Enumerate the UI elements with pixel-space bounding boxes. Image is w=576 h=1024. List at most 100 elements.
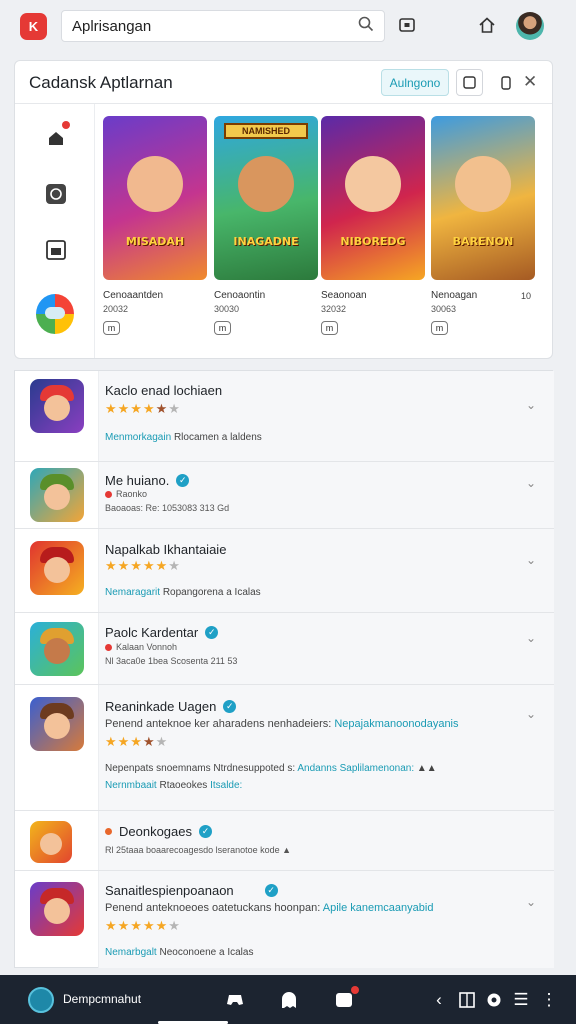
app-list: Kaclo enad lochiaen ★★★★★★ Menmorkagain … [14,370,554,968]
game-card[interactable]: BARENON Nenoagan 30063 m 10 [431,116,535,335]
game-card[interactable]: MISADAH Cenoaantden 20032 m [103,116,207,335]
app-icon [30,379,84,433]
game-mini-button[interactable]: m [431,321,448,335]
list-item[interactable]: Kaclo enad lochiaen ★★★★★★ Menmorkagain … [15,371,554,462]
game-mini-button[interactable]: m [103,321,120,335]
app-meta: Kalaan Vonnoh [105,642,177,652]
list-item[interactable]: Deonkogaes ✓ Rl 25taaa boaarecoagesdo lse… [15,811,554,871]
nav-circle-icon[interactable] [44,182,68,206]
list-item[interactable]: Reaninkade Uagen ✓ Penend anteknoe ker ah… [15,685,554,811]
list-item-content: Reaninkade Uagen ✓ Penend anteknoe ker ah… [99,685,554,810]
app-description: Penend anteknoe ker aharadens nenhadeier… [105,718,459,730]
game-count: 30030 [214,304,240,314]
search-icon[interactable] [358,16,374,37]
phone-button[interactable] [492,69,519,96]
brand-icon[interactable] [28,987,54,1013]
record-icon[interactable] [483,989,505,1011]
game-card[interactable]: NAMISHED INAGADNE Cenoaontin 30030 m [214,116,318,335]
app-link[interactable]: Saplilamenonan: [340,763,415,774]
app-meta: Rl 25taaa boaarecoagesdo lseranotoe kode… [105,845,291,855]
list-item-content: Deonkogaes ✓ Rl 25taaa boaarecoagesdo lse… [99,811,554,870]
app-title: Deonkogaes ✓ [105,824,212,839]
screen-icon[interactable] [396,14,418,36]
app-title-text: Me huiano. [105,473,170,488]
app-link[interactable]: Menmorkagain [105,432,171,443]
avatar[interactable] [516,12,544,40]
game-banner: NIBOREDG [340,234,406,248]
chevron-down-icon[interactable]: ⌄ [526,895,536,909]
app-meta: Nl 3aca0e 1bea Scosenta 211 53 [105,656,237,666]
list-item[interactable]: Sanaitlespienpoanaon ✓ Penend anteknoeoes… [15,871,554,968]
status-dot [105,828,112,835]
game-card[interactable]: NIBOREDG Seaonoan 32032 m [321,116,425,335]
app-icon [30,622,84,676]
nav-profile-icon[interactable] [36,294,74,334]
square-icon [463,76,476,89]
game-thumbnail: BARENON [431,116,535,280]
app-line: Nepenpats snoemnams Ntrdnesuppoted s: An… [105,763,437,774]
app-logo[interactable]: K [20,13,47,40]
app-title: Reaninkade Uagen ✓ [105,699,237,714]
app-link[interactable]: Andanns [297,763,336,774]
list-item-icon-cell [15,685,99,810]
search-box[interactable] [61,10,385,42]
chevron-down-icon[interactable]: ⌄ [526,707,536,721]
ghost-icon[interactable] [278,989,300,1011]
primary-button[interactable]: Aulngono [381,69,449,96]
app-icon [30,821,72,863]
message-icon[interactable] [333,986,359,1011]
app-link[interactable]: Itsalde: [210,780,242,791]
app-meta-text: Nl 3aca0e 1bea Scosenta 211 53 [105,656,238,666]
top-bar: K [0,0,576,52]
search-input[interactable] [72,17,358,35]
app-description-link[interactable]: Apile kanemcaanyabid [323,902,434,914]
game-mini-button[interactable]: m [214,321,231,335]
list-item-icon-cell [15,462,99,528]
chevron-down-icon[interactable]: ⌄ [526,553,536,567]
chevron-down-icon[interactable]: ⌄ [526,476,536,490]
app-link[interactable]: Nernmbaait [105,780,157,791]
app-description: Penend anteknoeoes oatetuckans hoonpan: … [105,902,433,914]
list-item[interactable]: Me huiano. ✓ Raonko Baoaoas: Re: 1053083 … [15,462,554,529]
back-icon[interactable]: ‹ [428,989,450,1011]
app-icon-face [44,638,70,664]
menu-icon[interactable]: ☰ [510,989,532,1011]
nav-window-icon[interactable] [44,238,68,262]
phone-icon [500,75,511,90]
grid-icon[interactable] [456,989,478,1011]
app-icon-face [44,713,70,739]
app-description-link[interactable]: Nepajakmanoonodayanis [334,718,458,730]
app-line: Menmorkagain Rlocamen a laldens [105,432,262,443]
app-link[interactable]: Nemaragarit [105,587,160,598]
chevron-down-icon[interactable]: ⌄ [526,398,536,412]
app-icon-face [44,395,70,421]
app-meta-text: Raonko [116,489,148,499]
app-title-text: Deonkogaes [119,824,192,839]
app-description-text: Penend anteknoe ker aharadens nenhadeier… [105,718,332,730]
square-button[interactable] [456,69,483,96]
close-icon[interactable]: ✕ [523,72,537,92]
app-title: Napalkab Ikhantaiaie [105,542,226,557]
app-icon-face [44,557,70,583]
gamepad-icon[interactable] [224,989,246,1011]
app-title: Me huiano. ✓ [105,473,190,488]
app-line: Nernmbaait Rtaoeokes Itsalde: [105,780,242,791]
card-header: Cadansk Aptlarnan Aulngono ✕ [15,61,552,104]
game-top-banner: NAMISHED [224,123,308,139]
app-icon [30,697,84,751]
bottom-bar-label: Dempcmnahut [63,992,142,1006]
list-item[interactable]: Napalkab Ikhantaiaie ★★★★★★ Nemaragarit … [15,529,554,613]
more-icon[interactable]: ⋮ [538,989,560,1011]
app-description-text: Penend anteknoeoes oatetuckans hoonpan: [105,902,321,914]
list-item-content: Paolc Kardentar ✓ Kalaan Vonnoh Nl 3aca0e… [99,613,554,684]
nav-home-icon[interactable] [44,121,70,150]
chevron-down-icon[interactable]: ⌄ [526,631,536,645]
game-mini-button[interactable]: m [321,321,338,335]
list-item-icon-cell [15,811,99,870]
list-item[interactable]: Paolc Kardentar ✓ Kalaan Vonnoh Nl 3aca0e… [15,613,554,685]
game-banner: INAGADNE [233,234,299,248]
home-icon[interactable] [476,14,498,36]
app-link[interactable]: Nemarbgalt [105,947,157,958]
game-banner: MISADAH [125,234,185,248]
featured-card: Cadansk Aptlarnan Aulngono ✕ MISADAH Cen… [14,60,553,359]
